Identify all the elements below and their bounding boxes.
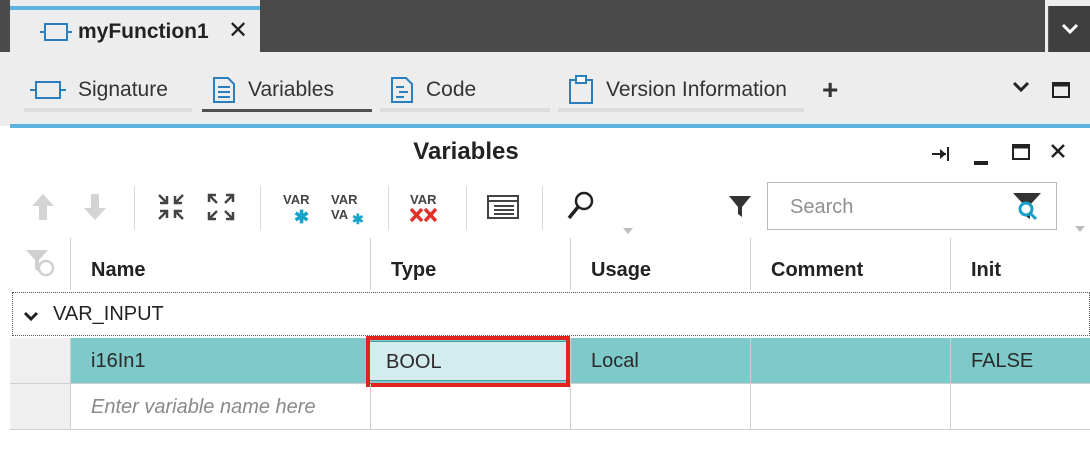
column-header-name[interactable]: Name — [70, 238, 370, 290]
tab-list-dropdown-button[interactable] — [1048, 6, 1090, 52]
row-gutter[interactable] — [10, 338, 70, 384]
svg-text:VA: VA — [331, 207, 349, 222]
tab-code[interactable]: Code — [380, 70, 550, 112]
move-down-icon[interactable] — [82, 192, 108, 227]
search-filter-icon[interactable] — [1012, 191, 1042, 226]
column-header-comment[interactable]: Comment — [750, 238, 950, 290]
svg-text:✱: ✱ — [352, 211, 364, 226]
cell-usage[interactable]: Local — [570, 338, 750, 384]
delete-variable-icon[interactable]: VAR — [408, 190, 442, 231]
tab-version-information-label: Version Information — [606, 78, 787, 101]
tab-code-label: Code — [426, 78, 477, 101]
find-icon[interactable] — [566, 190, 596, 227]
chevron-down-icon[interactable] — [1012, 80, 1030, 98]
code-document-icon — [391, 77, 413, 103]
filter-icon[interactable] — [728, 194, 752, 223]
document-tab-myfunction1[interactable]: myFunction1 ✕ — [10, 6, 260, 56]
type-cell-editor[interactable]: BOOL — [369, 341, 569, 381]
document-tab-bar: myFunction1 ✕ — [0, 0, 1090, 56]
variables-toolbar: VAR ✱ VAR VA ✱ VAR — [10, 180, 1090, 236]
variables-list-icon — [213, 77, 235, 103]
grid-header: Name Type Usage Comment Init — [10, 238, 1090, 290]
cell-type[interactable] — [370, 384, 570, 430]
expand-all-icon[interactable] — [206, 192, 236, 227]
cell-comment[interactable] — [750, 338, 950, 384]
var-text: VAR — [331, 192, 358, 207]
tab-bar-left-strip — [0, 0, 10, 52]
search-options-dropdown-icon[interactable] — [1074, 220, 1086, 238]
search-input[interactable] — [788, 193, 1012, 221]
chevron-down-icon[interactable] — [23, 306, 39, 329]
tab-signature-label: Signature — [78, 78, 168, 101]
tab-variables-label: Variables — [248, 78, 334, 101]
var-text: VAR — [410, 192, 437, 207]
signature-icon — [30, 81, 66, 99]
column-header-usage[interactable]: Usage — [570, 238, 750, 290]
close-tab-icon[interactable]: ✕ — [228, 16, 248, 45]
group-row-var-input[interactable]: VAR_INPUT — [12, 292, 1090, 336]
tab-signature[interactable]: Signature — [24, 70, 192, 112]
new-variable-row[interactable]: Enter variable name here — [10, 384, 1090, 430]
tab-underline-active — [202, 109, 372, 112]
tab-variables[interactable]: Variables — [202, 70, 372, 112]
row-gutter[interactable] — [10, 384, 70, 430]
cell-init[interactable]: FALSE — [950, 338, 1090, 384]
tab-underline — [24, 108, 192, 112]
new-variable-name-input[interactable]: Enter variable name here — [70, 384, 370, 430]
editor-view-tabs: Signature Variables Code Version Informa… — [0, 56, 1090, 126]
insert-multiple-variables-icon[interactable]: VAR VA ✱ — [330, 190, 366, 231]
table-view-icon[interactable] — [486, 194, 520, 225]
close-panel-icon[interactable] — [1050, 143, 1066, 164]
tab-underline — [380, 108, 550, 112]
var-text: VAR — [283, 192, 310, 207]
svg-text:✱: ✱ — [294, 207, 309, 226]
add-tab-button[interactable]: + — [822, 74, 838, 106]
clipboard-icon — [569, 75, 593, 104]
table-row[interactable]: i16In1 Local FALSE BOOL — [10, 336, 1090, 387]
column-settings-icon — [26, 250, 55, 277]
cell-name[interactable]: i16In1 — [70, 338, 370, 384]
collapse-all-icon[interactable] — [156, 192, 186, 227]
variables-panel: Variables VAR ✱ VAR VA ✱ VAR Search Name… — [10, 128, 1090, 466]
insert-variable-icon[interactable]: VAR ✱ — [282, 190, 316, 231]
maximize-icon[interactable] — [1052, 82, 1070, 103]
chevron-down-icon — [1061, 23, 1079, 35]
pin-icon[interactable] — [932, 146, 954, 167]
tab-underline — [558, 108, 804, 112]
minimize-icon[interactable] — [974, 154, 988, 172]
maximize-panel-icon[interactable] — [1012, 144, 1030, 165]
cell-usage[interactable] — [570, 384, 750, 430]
header-gutter[interactable] — [10, 238, 70, 290]
column-header-init[interactable]: Init — [950, 238, 1090, 290]
tab-version-information[interactable]: Version Information — [558, 70, 804, 112]
cell-comment[interactable] — [750, 384, 950, 430]
function-block-icon — [40, 21, 72, 48]
move-up-icon[interactable] — [30, 192, 56, 227]
document-tab-title: myFunction1 — [78, 20, 209, 43]
tab-bar-empty-area — [260, 0, 1045, 52]
column-header-type[interactable]: Type — [370, 238, 570, 290]
cell-init[interactable] — [950, 384, 1090, 430]
search-box — [767, 182, 1057, 230]
group-label: VAR_INPUT — [53, 303, 164, 325]
panel-title: Variables — [413, 138, 519, 165]
